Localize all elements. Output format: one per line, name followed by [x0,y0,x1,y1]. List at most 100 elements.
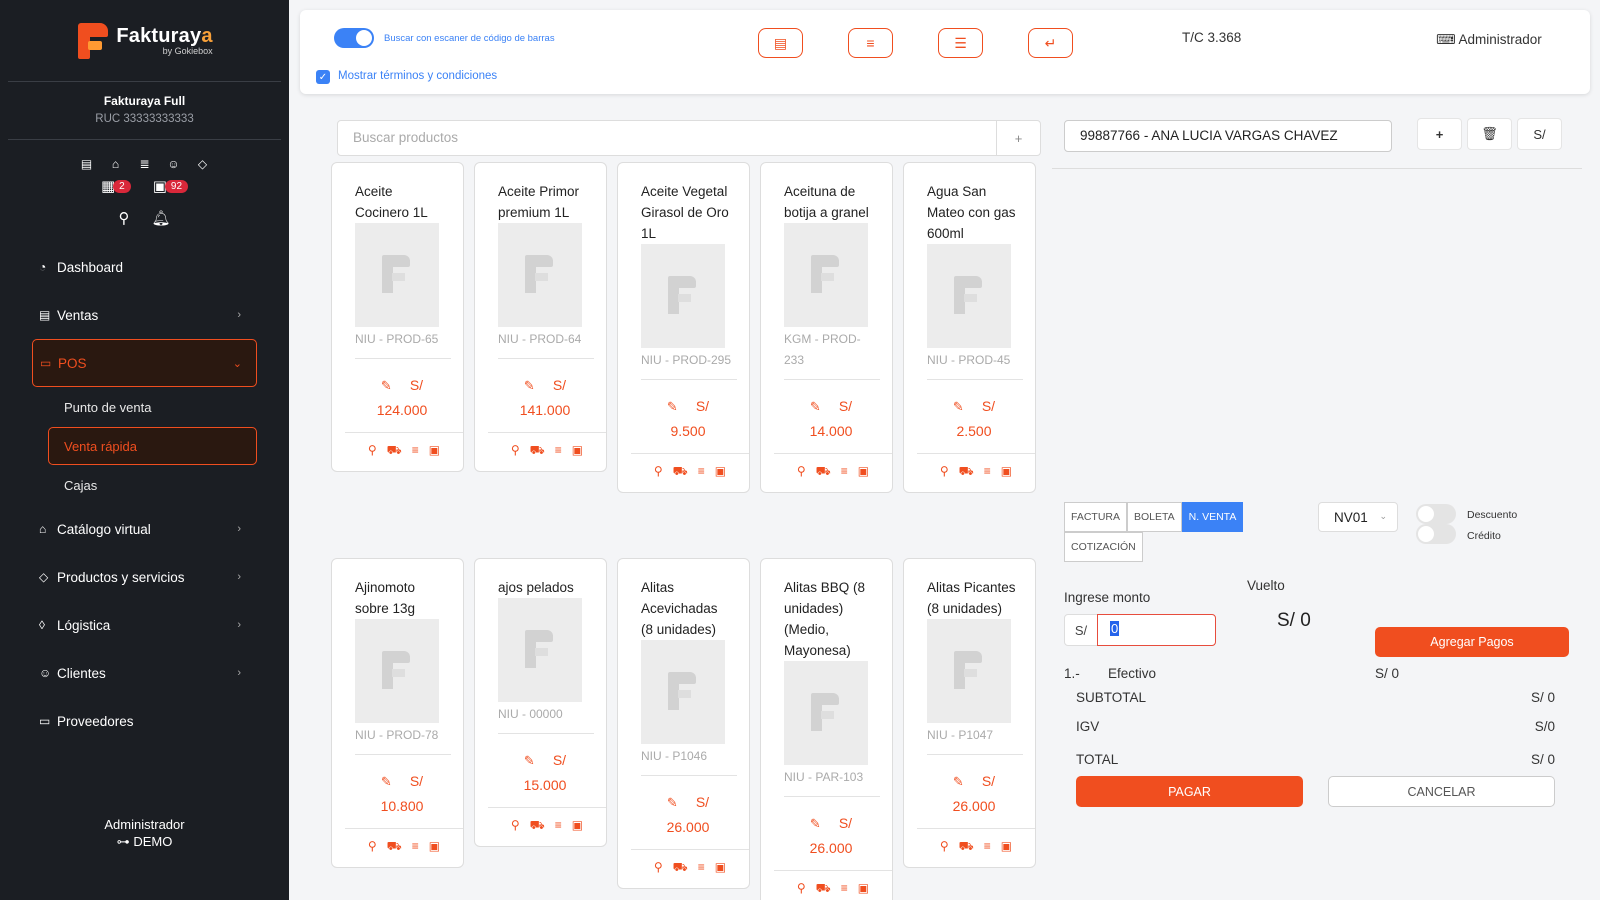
pencil-icon[interactable]: ✎ [524,378,535,393]
product-card[interactable]: Ajinomoto sobre 13g NIU - PROD-78 ✎ S/10.80… [331,558,464,868]
sidebar-item-logistica[interactable]: ◊ Lógistica › [0,601,289,649]
document-icon[interactable]: ▤ [79,156,94,171]
cart-icon[interactable]: ⛟ [959,839,974,855]
list-icon[interactable]: ≡ [841,464,848,480]
sidebar-item-proveedores[interactable]: ▭ Proveedores [0,697,289,745]
sidebar-subitem-cajas[interactable]: Cajas [0,465,289,505]
pencil-icon[interactable]: ✎ [667,399,678,414]
list-icon[interactable]: ≡ [841,881,848,897]
cash-icon[interactable]: ▣ [1001,464,1012,480]
search-icon[interactable]: ⚲ [368,443,377,459]
search-icon[interactable]: ⚲ [654,860,663,876]
list-icon[interactable]: ≣ [137,156,152,171]
add-payments-button[interactable]: Agregar Pagos [1375,627,1569,657]
cart-icon[interactable]: ⛟ [387,443,402,459]
sidebar-item-ventas[interactable]: ▤ Ventas › [0,291,289,339]
product-card[interactable]: Alitas Picantes (8 unidades) NIU - P1047 ✎… [903,558,1036,868]
pay-button[interactable]: PAGAR [1076,776,1303,807]
sidebar-item-productos[interactable]: ◇ Productos y servicios › [0,553,289,601]
cart-icon[interactable]: ⛟ [673,860,688,876]
sidebar-item-pos[interactable]: ▭ POS ⌄ [32,339,257,387]
cart-icon[interactable]: ⛟ [959,464,974,480]
cash-icon[interactable]: ▣ [429,839,440,855]
cart-icon[interactable]: ⛟ [816,464,831,480]
product-card[interactable]: Agua San Mateo con gas 600ml NIU - PROD-4… [903,162,1036,493]
search-icon[interactable]: ⚲ [797,464,806,480]
users-icon[interactable]: ☺ [166,156,181,171]
delete-client-button[interactable]: 🗑︎ [1467,118,1512,150]
product-card[interactable]: Alitas BBQ (8 unidades) (Medio, Mayonesa… [760,558,893,900]
list-icon[interactable]: ≡ [412,443,419,459]
cash-icon[interactable]: ▣ [429,443,440,459]
orders-shortcut[interactable]: ▣ 92 [153,177,189,195]
currency-button[interactable]: S/ [1517,118,1562,150]
tab-cotizacion[interactable]: COTIZACIÓN [1064,532,1143,562]
cart-icon[interactable]: ⛟ [387,839,402,855]
sidebar-user[interactable]: Administrador ⊶ DEMO [0,817,289,850]
add-client-button[interactable]: + [1417,118,1462,150]
list-icon[interactable]: ≡ [698,860,705,876]
pencil-icon[interactable]: ✎ [524,753,535,768]
return-button[interactable]: ↵ [1028,28,1073,58]
sidebar-item-clientes[interactable]: ☺ Clientes › [0,649,289,697]
list-icon[interactable]: ≡ [555,818,562,834]
cart-icon[interactable]: ⛟ [673,464,688,480]
pencil-icon[interactable]: ✎ [810,399,821,414]
list-icon[interactable]: ≡ [555,443,562,459]
list-button[interactable]: ☰ [938,28,983,58]
product-card[interactable]: Aceite Primor premium 1L NIU - PROD-64 ✎ S/… [474,162,607,472]
cash-icon[interactable]: ▣ [1001,839,1012,855]
cash-icon[interactable]: ▣ [572,443,583,459]
discount-switch[interactable] [1416,504,1456,524]
cube-icon[interactable]: ◇ [195,156,210,171]
pencil-icon[interactable]: ✎ [953,774,964,789]
agenda-shortcut[interactable]: ▦ 2 [101,177,131,195]
pencil-icon[interactable]: ✎ [810,816,821,831]
list-icon[interactable]: ≡ [984,464,991,480]
scanner-toggle[interactable] [334,28,374,48]
list-icon[interactable]: ≡ [984,839,991,855]
client-select[interactable]: 99887766 - ANA LUCIA VARGAS CHAVEZ [1064,120,1392,152]
product-card[interactable]: Aceite Vegetal Girasol de Oro 1L NIU - PR… [617,162,750,493]
cash-icon[interactable]: ▣ [572,818,583,834]
pencil-icon[interactable]: ✎ [381,378,392,393]
amount-input[interactable]: 0 [1097,614,1216,646]
brand-logo[interactable]: Fakturaya by Gokiebox [8,0,281,82]
store-icon[interactable]: ⌂ [108,156,123,171]
cart-icon[interactable]: ⛟ [530,443,545,459]
pencil-icon[interactable]: ✎ [953,399,964,414]
cash-icon[interactable]: ▣ [858,464,869,480]
pencil-icon[interactable]: ✎ [381,774,392,789]
search-icon[interactable]: ⚲ [797,881,806,897]
user-menu[interactable]: ⌨ Administrador [1436,32,1542,48]
product-card[interactable]: Aceite Cocinero 1L NIU - PROD-65 ✎ S/124.00… [331,162,464,472]
menu-button[interactable]: ≡ [848,28,893,58]
cart-icon[interactable]: ⛟ [816,881,831,897]
series-select[interactable]: NV01 ⌄ [1318,502,1398,532]
cancel-button[interactable]: CANCELAR [1328,776,1555,807]
lock-icon[interactable]: ⚲ [118,209,129,227]
list-icon[interactable]: ≡ [412,839,419,855]
cash-icon[interactable]: ▣ [858,881,869,897]
bell-icon[interactable]: 🔔︎ [151,209,170,227]
product-card[interactable]: ajos pelados NIU - 00000 ✎ S/15.000 ⚲ ⛟ ≡ ▣ [474,558,607,847]
add-product-button[interactable]: + [996,120,1041,156]
sidebar-subitem-punto-de-venta[interactable]: Punto de venta [0,387,289,427]
receipt-button[interactable]: ▤ [758,28,803,58]
search-icon[interactable]: ⚲ [511,818,520,834]
search-icon[interactable]: ⚲ [368,839,377,855]
product-search-input[interactable]: Buscar productos [337,120,997,156]
search-icon[interactable]: ⚲ [940,839,949,855]
cart-icon[interactable]: ⛟ [530,818,545,834]
terms-checkbox[interactable]: ✓ [316,70,330,84]
tab-nota-venta[interactable]: N. VENTA [1181,502,1244,532]
cash-icon[interactable]: ▣ [715,860,726,876]
pencil-icon[interactable]: ✎ [667,795,678,810]
cash-icon[interactable]: ▣ [715,464,726,480]
search-icon[interactable]: ⚲ [511,443,520,459]
search-icon[interactable]: ⚲ [654,464,663,480]
sidebar-item-catalogo[interactable]: ⌂ Catálogo virtual › [0,505,289,553]
tab-factura[interactable]: FACTURA [1064,502,1128,532]
sidebar-item-dashboard[interactable]: ◔ Dashboard [0,243,289,291]
product-card[interactable]: Aceituna de botija a granel KGM - PROD-23… [760,162,893,493]
